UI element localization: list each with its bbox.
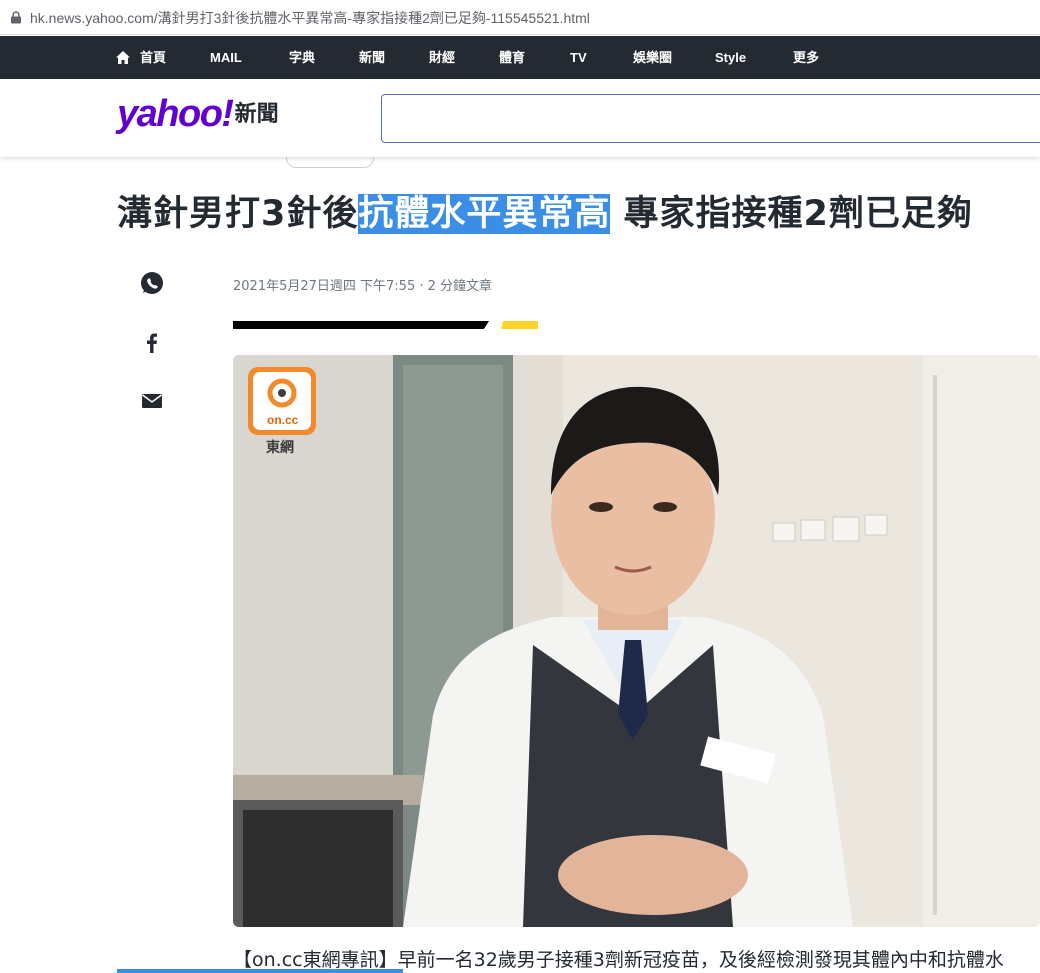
whatsapp-icon[interactable]	[138, 269, 166, 297]
logo-section-label: 新聞	[234, 102, 279, 127]
nav-item-tv[interactable]: TV	[570, 36, 587, 79]
nav-item-home[interactable]: 首頁	[140, 36, 166, 79]
browser-address-bar[interactable]: hk.news.yahoo.com/溝針男打3針後抗體水平異常高-專家指接種2劑…	[0, 0, 1040, 35]
top-navigation: 首頁 MAIL 字典 新聞 財經 體育 TV 娛樂圈 Style 更多	[0, 36, 1040, 79]
divider-accent	[501, 321, 538, 329]
yahoo-news-logo[interactable]: yahoo!新聞	[117, 93, 279, 137]
nav-item-dictionary[interactable]: 字典	[289, 36, 315, 79]
headline-selected-text: 抗體水平異常高	[358, 194, 611, 234]
photo-badge-subtext: 東網	[266, 440, 294, 456]
nav-item-mail[interactable]: MAIL	[210, 36, 242, 79]
nav-item-finance[interactable]: 財經	[429, 36, 455, 79]
nav-item-entertainment[interactable]: 娛樂圈	[633, 36, 672, 79]
url-text: hk.news.yahoo.com/溝針男打3針後抗體水平異常高-專家指接種2劑…	[30, 10, 590, 26]
site-header: yahoo!新聞	[0, 79, 1040, 157]
article-photo[interactable]: on.cc 東網	[233, 355, 1040, 927]
photo-illustration	[233, 355, 1040, 927]
divider-bar	[233, 321, 489, 329]
article-lead-paragraph: 【on.cc東網專訊】早前一名32歲男子接種3劑新冠疫苗，及後經檢測發現其體內中…	[233, 949, 1004, 971]
lock-icon	[11, 11, 21, 24]
article-headline: 溝針男打3針後抗體水平異常高 專家指接種2劑已足夠	[117, 185, 973, 236]
article-meta: 2021年5月27日週四 下午7:55 · 2 分鐘文章	[233, 279, 493, 294]
photo-badge-text: on.cc	[267, 413, 299, 427]
search-input[interactable]	[381, 94, 1040, 143]
headline-part-2: 專家指接種2劑已足夠	[610, 194, 973, 234]
logo-wordmark: yahoo!	[117, 93, 234, 135]
nav-item-sports[interactable]: 體育	[499, 36, 525, 79]
nav-item-news[interactable]: 新聞	[359, 36, 385, 79]
reading-progress-fill	[117, 969, 404, 973]
headline-part-1: 溝針男打3針後	[117, 194, 359, 234]
facebook-icon[interactable]	[138, 329, 166, 357]
email-icon[interactable]	[138, 387, 166, 415]
nav-item-more[interactable]: 更多	[793, 36, 819, 79]
reading-progress-bar	[117, 969, 1040, 973]
nav-item-style[interactable]: Style	[715, 36, 746, 79]
home-icon[interactable]	[116, 51, 130, 64]
